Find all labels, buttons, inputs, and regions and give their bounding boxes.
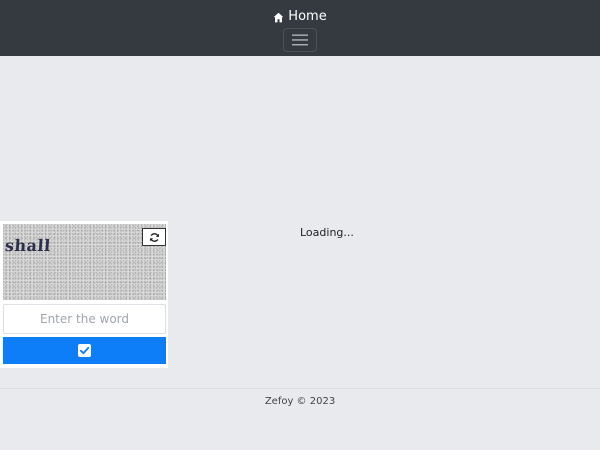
captcha-panel: shall: [0, 221, 168, 368]
navbar-toggler-button[interactable]: [283, 28, 317, 52]
navbar: Home: [0, 0, 600, 56]
home-icon: [273, 12, 284, 23]
captcha-image: shall: [3, 224, 166, 300]
check-square-icon: [78, 344, 91, 357]
captcha-refresh-button[interactable]: [142, 228, 166, 246]
loading-text: Loading...: [300, 226, 354, 239]
captcha-word-input[interactable]: [3, 304, 166, 334]
captcha-word: shall: [4, 236, 52, 255]
footer-divider: [0, 388, 600, 389]
hamburger-icon: [292, 34, 308, 46]
home-link-label: Home: [288, 9, 327, 24]
footer-copyright: Zefoy © 2023: [264, 396, 336, 407]
home-link[interactable]: Home: [0, 8, 600, 26]
captcha-submit-button[interactable]: [3, 337, 166, 364]
refresh-icon: [149, 232, 159, 242]
